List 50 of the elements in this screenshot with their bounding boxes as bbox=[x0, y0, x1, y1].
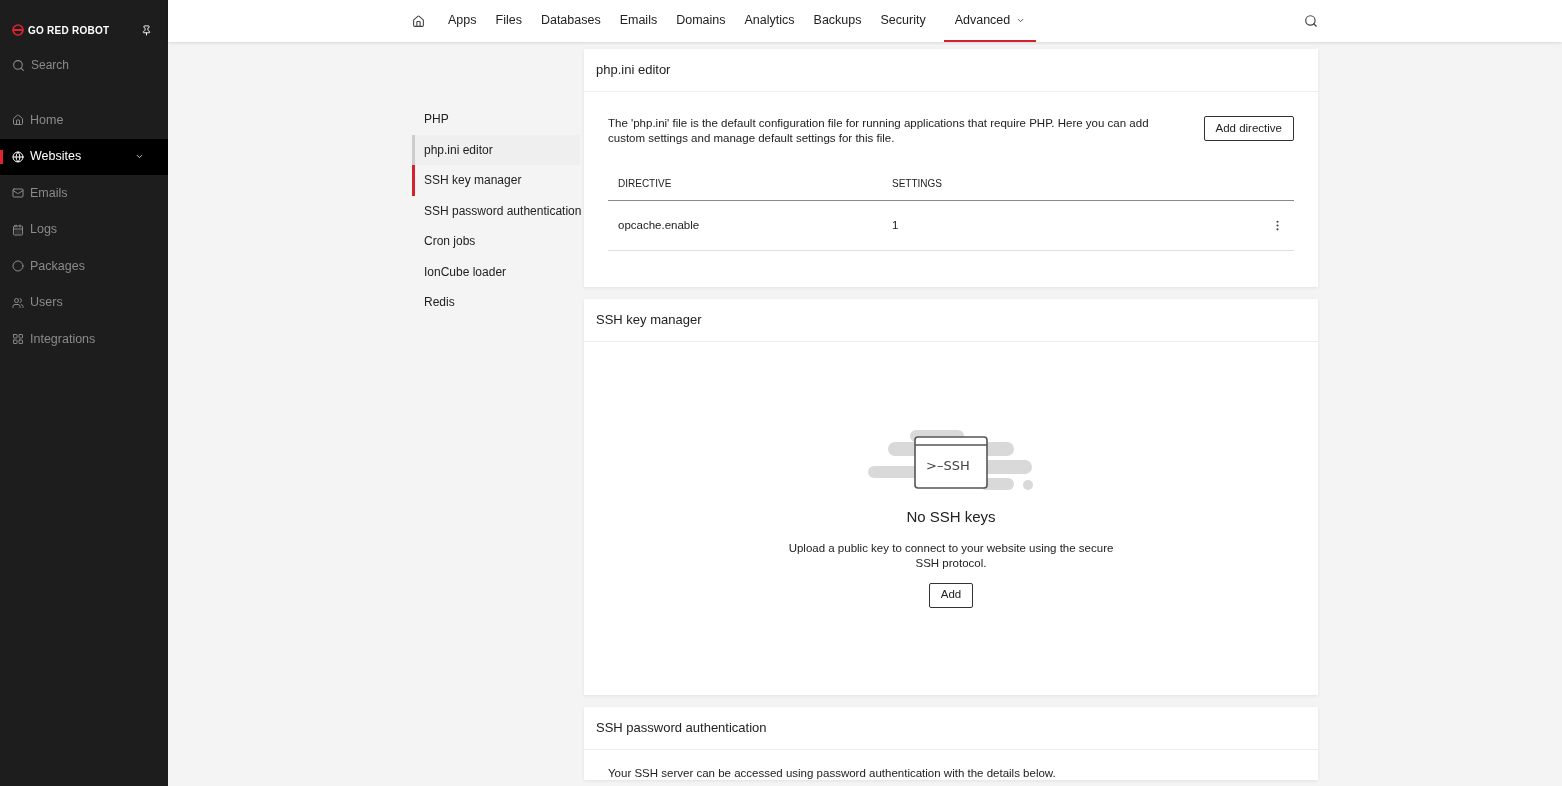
nav-tab[interactable]: Backups bbox=[812, 0, 863, 42]
description: The 'php.ini' file is the default configuration file for running applications that require PHP. Here you can add custom settings and manage default settings for this file. bbox=[608, 116, 1150, 146]
nav-tab[interactable]: Files bbox=[494, 0, 523, 42]
nav-tab[interactable]: Databases bbox=[539, 0, 602, 42]
nav-tab[interactable]: Domains bbox=[675, 0, 727, 42]
sidebar-item[interactable]: Home bbox=[0, 102, 168, 139]
column-header: SETTINGS bbox=[892, 176, 942, 191]
column-header: DIRECTIVE bbox=[618, 176, 673, 191]
nav-tab[interactable]: Analytics bbox=[743, 0, 796, 42]
sidebar-item[interactable]: Integrations bbox=[0, 321, 168, 358]
nav-tab[interactable]: Advanced bbox=[943, 0, 1037, 42]
section-link[interactable]: IonCube loader bbox=[412, 256, 580, 287]
add-directive-button[interactable]: Add directive bbox=[1203, 116, 1294, 141]
section-link[interactable]: Redis bbox=[412, 287, 580, 318]
envelope-icon bbox=[12, 187, 24, 200]
section-link[interactable]: SSH key manager bbox=[412, 165, 580, 196]
card-title: SSH password authentication bbox=[584, 707, 1318, 750]
globe-icon bbox=[12, 150, 24, 163]
home-icon[interactable] bbox=[412, 14, 425, 28]
card-title: php.ini editor bbox=[584, 49, 1318, 92]
users-icon bbox=[12, 296, 24, 309]
home-icon bbox=[12, 114, 24, 127]
nav-tab[interactable]: Emails bbox=[618, 0, 659, 42]
nav-tab[interactable]: Security bbox=[879, 0, 927, 42]
circle-icon bbox=[12, 260, 24, 273]
sidebar-item[interactable]: Packages bbox=[0, 248, 168, 285]
section-link[interactable]: SSH password authentication bbox=[412, 195, 580, 226]
sidebar-item[interactable]: Emails bbox=[0, 175, 168, 212]
search-field[interactable]: Search bbox=[31, 56, 151, 74]
search-icon bbox=[12, 58, 25, 72]
empty-state-text: Upload a public key to connect to your website using the secure SSH protocol. bbox=[787, 540, 1115, 571]
table-cell-text: 1 bbox=[892, 217, 900, 233]
calendar-icon bbox=[12, 223, 24, 236]
section-link[interactable]: PHP bbox=[412, 104, 580, 135]
sidebar-item[interactable]: Users bbox=[0, 284, 168, 321]
description: Your SSH server can be accessed using password authentication with the details below. bbox=[607, 766, 1057, 780]
pin-icon[interactable] bbox=[141, 24, 152, 36]
grid-icon bbox=[12, 333, 24, 346]
nav-tab[interactable]: Apps bbox=[447, 0, 478, 42]
card-title: SSH key manager bbox=[584, 299, 1318, 342]
brand-name: GO RED ROBOT bbox=[28, 23, 110, 38]
search-icon[interactable] bbox=[1304, 14, 1318, 28]
empty-state-title: No SSH keys bbox=[906, 507, 996, 527]
section-link[interactable]: php.ini editor bbox=[412, 134, 580, 165]
sidebar-item[interactable]: Logs bbox=[0, 211, 168, 248]
section-link[interactable]: Cron jobs bbox=[412, 226, 580, 257]
table-cell-text: opcache.enable bbox=[618, 217, 701, 233]
terminal-illustration: >–SSH bbox=[868, 430, 1034, 492]
add-button[interactable]: Add bbox=[928, 582, 974, 608]
sidebar-item[interactable]: Websites bbox=[0, 138, 168, 175]
